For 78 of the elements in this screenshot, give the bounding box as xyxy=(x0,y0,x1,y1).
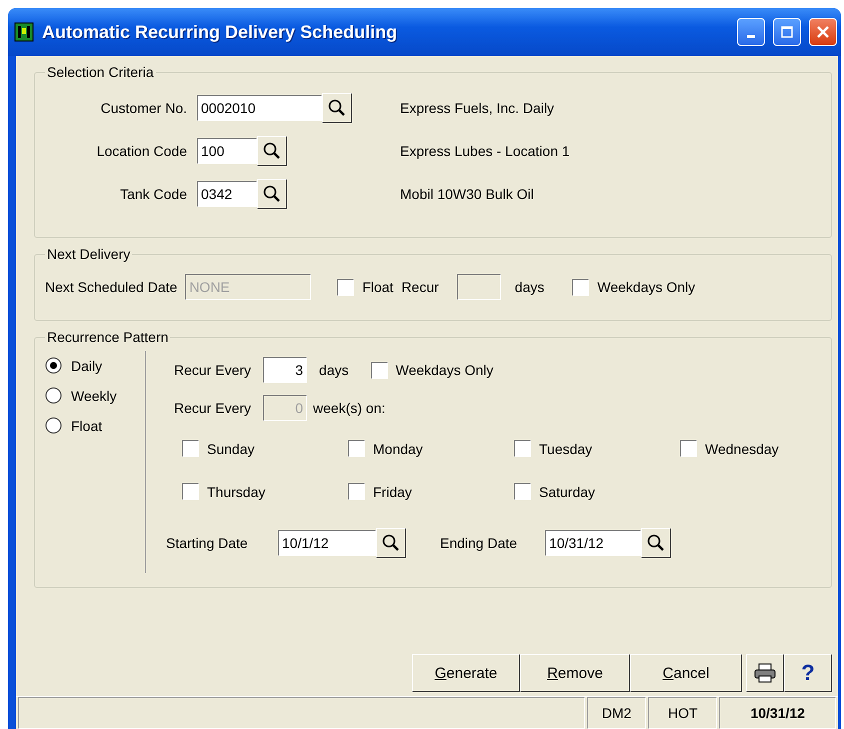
maximize-button[interactable] xyxy=(773,18,801,46)
checkbox-label: Weekdays Only xyxy=(396,362,494,378)
input-field[interactable]: 3 xyxy=(263,357,308,383)
input-field[interactable]: 0342 xyxy=(197,180,257,206)
checkbox-label: Wednesday xyxy=(705,440,779,456)
field-label: Tank Code xyxy=(119,186,188,202)
unit-label: days xyxy=(319,362,349,378)
checkbox[interactable] xyxy=(182,440,199,457)
description-text: Express Fuels, Inc. Daily xyxy=(400,100,554,116)
print-button[interactable] xyxy=(746,654,784,692)
printer-icon xyxy=(754,663,776,683)
checkbox[interactable] xyxy=(337,278,354,296)
checkbox-label: Weekdays Only xyxy=(597,279,696,295)
minimize-icon xyxy=(747,34,755,38)
status-panel: HOT xyxy=(648,697,718,729)
search-icon xyxy=(381,533,401,553)
checkbox[interactable] xyxy=(182,483,199,500)
group-title: Next Delivery xyxy=(46,246,132,262)
field-label: Starting Date xyxy=(166,535,249,551)
checkbox[interactable] xyxy=(370,362,388,378)
input-field[interactable]: 0002010 xyxy=(197,94,322,120)
checkbox-label: Sunday xyxy=(207,440,254,456)
group-title: Recurrence Pattern xyxy=(46,329,170,345)
checkbox[interactable] xyxy=(680,440,697,457)
radio-button[interactable] xyxy=(45,387,62,404)
minimize-button[interactable] xyxy=(737,18,765,46)
field-label: Location Code xyxy=(96,142,188,158)
radio-button[interactable] xyxy=(45,357,62,374)
lookup-button[interactable] xyxy=(376,528,406,558)
unit-label: week(s) on: xyxy=(313,400,386,416)
radio-label: Float xyxy=(71,418,102,434)
description-text: Mobil 10W30 Bulk Oil xyxy=(400,186,534,202)
search-icon xyxy=(327,98,347,118)
lookup-button[interactable] xyxy=(641,528,672,558)
action-button[interactable]: Remove xyxy=(520,654,630,692)
date-field[interactable]: 10/31/12 xyxy=(545,530,642,556)
search-icon xyxy=(262,184,282,204)
date-field[interactable]: 10/1/12 xyxy=(278,530,376,556)
input-field[interactable] xyxy=(456,274,501,300)
radio-label: Weekly xyxy=(71,388,117,404)
field-label: Customer No. xyxy=(100,100,188,116)
search-icon xyxy=(262,140,282,160)
checkbox[interactable] xyxy=(514,483,531,500)
window-title: Automatic Recurring Delivery Scheduling xyxy=(42,22,398,42)
maximize-icon xyxy=(780,25,794,39)
search-icon xyxy=(646,533,666,553)
lookup-button[interactable] xyxy=(257,178,287,208)
checkbox-label: Tuesday xyxy=(539,440,592,456)
app-icon xyxy=(14,22,34,42)
checkbox[interactable] xyxy=(348,483,365,500)
checkbox-label: Friday xyxy=(373,484,412,500)
unit-label: days xyxy=(514,279,544,295)
field-label: Recur Every xyxy=(174,362,252,378)
status-panel: DM2 xyxy=(586,697,646,729)
help-button[interactable]: ? xyxy=(784,654,832,692)
checkbox[interactable] xyxy=(348,440,365,457)
close-icon xyxy=(816,25,830,39)
checkbox[interactable] xyxy=(514,440,531,457)
close-button[interactable] xyxy=(809,18,837,46)
checkbox-label: Float xyxy=(362,279,394,295)
status-panel: 10/31/12 xyxy=(719,697,836,729)
checkbox[interactable] xyxy=(572,278,590,296)
group-title: Selection Criteria xyxy=(46,64,155,80)
lookup-button[interactable] xyxy=(257,136,287,166)
checkbox-label: Monday xyxy=(373,440,423,456)
field-label: Recur Every xyxy=(174,400,252,416)
input-field[interactable]: 100 xyxy=(197,138,257,164)
checkbox-label: Saturday xyxy=(539,484,596,500)
checkbox-label: Thursday xyxy=(207,484,266,500)
field-label: Recur xyxy=(401,279,439,295)
action-button[interactable]: Cancel xyxy=(630,654,742,692)
field-label: Next Scheduled Date xyxy=(45,279,178,295)
action-button[interactable]: Generate xyxy=(412,654,520,692)
lookup-button[interactable] xyxy=(322,92,352,122)
description-text: Express Lubes - Location 1 xyxy=(400,142,570,158)
radio-label: Daily xyxy=(71,358,102,374)
radio-button[interactable] xyxy=(45,417,62,434)
field-label: Ending Date xyxy=(440,535,518,551)
